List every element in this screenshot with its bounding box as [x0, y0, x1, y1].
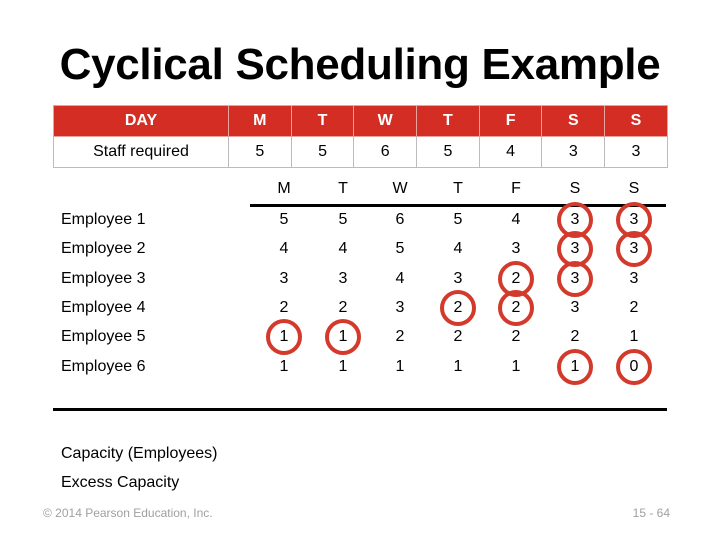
circled-schedule-cell: 2 [440, 289, 476, 326]
capacity-label: Capacity (Employees) [61, 445, 218, 462]
cell-value: 2 [511, 328, 521, 346]
cell-value: 2 [453, 328, 463, 346]
cell-value: 2 [629, 298, 639, 316]
employee-label: Employee 3 [61, 269, 146, 287]
circled-schedule-cell: 1 [557, 348, 593, 385]
schedule-cell: 6 [382, 205, 418, 235]
schedule-day-header-tue: T [338, 180, 348, 197]
schedule-cell: 4 [266, 234, 302, 264]
cell-value: 3 [511, 240, 521, 258]
schedule-cell: 4 [325, 234, 361, 264]
cell-value: 2 [511, 269, 521, 287]
schedule-cell: 1 [382, 352, 418, 382]
employee-label: Employee 5 [61, 328, 146, 346]
schedule-cell: 1 [498, 352, 534, 382]
cell-value: 3 [629, 269, 639, 287]
employee-label: Employee 6 [61, 357, 146, 375]
schedule-cell: 2 [440, 322, 476, 352]
schedule-cell: 5 [266, 205, 302, 235]
cell-value: 4 [453, 240, 463, 258]
circled-schedule-cell: 1 [266, 319, 302, 356]
cell-value: 2 [395, 328, 405, 346]
schedule-cell: 5 [325, 205, 361, 235]
cell-value: 2 [338, 298, 348, 316]
schedule-cell: 4 [440, 234, 476, 264]
cell-value: 1 [511, 357, 521, 375]
cell-value: 5 [395, 240, 405, 258]
schedule-day-header-fri: F [511, 180, 521, 197]
employee-label: Employee 4 [61, 298, 146, 316]
cell-value: 6 [395, 211, 405, 228]
cell-value: 3 [338, 269, 348, 287]
schedule-cell: 3 [325, 264, 361, 294]
schedule-cell: 4 [498, 205, 534, 235]
cell-value: 4 [338, 240, 348, 258]
cell-value: 3 [629, 240, 639, 258]
schedule-cell: 5 [382, 234, 418, 264]
schedule-cell: 1 [440, 352, 476, 382]
cell-value: 4 [511, 211, 521, 228]
cell-value: 3 [570, 269, 580, 287]
excess-capacity-label: Excess Capacity [61, 474, 180, 491]
schedule-cell: 3 [382, 293, 418, 323]
cell-value: 1 [453, 357, 463, 375]
schedule-cell: 2 [616, 293, 652, 323]
cell-value: 5 [338, 211, 348, 228]
cell-value: 3 [279, 269, 289, 287]
circled-schedule-cell: 1 [325, 319, 361, 356]
cell-value: 3 [453, 269, 463, 287]
cell-value: 3 [395, 298, 405, 316]
circled-schedule-cell: 2 [498, 289, 534, 326]
cell-value: 1 [338, 357, 348, 375]
page-number: 15 - 64 [632, 506, 670, 520]
employee-label: Employee 2 [61, 240, 146, 258]
cell-value: 1 [279, 357, 289, 375]
schedule-cell: 2 [557, 322, 593, 352]
cell-value: 1 [395, 357, 405, 375]
schedule-cell: 1 [266, 352, 302, 382]
circled-schedule-cell: 3 [616, 231, 652, 268]
schedule-day-header-sat: S [569, 180, 581, 197]
cell-value: 1 [629, 328, 639, 346]
cell-value: 3 [629, 211, 639, 228]
cell-value: 5 [279, 211, 289, 228]
cell-value: 3 [570, 211, 580, 228]
cell-value: 2 [279, 298, 289, 316]
cell-value: 5 [453, 211, 463, 228]
schedule-bottom-rule [53, 408, 667, 411]
cell-value: 3 [570, 240, 580, 258]
cell-value: 1 [338, 328, 348, 346]
circled-schedule-cell: 0 [616, 348, 652, 385]
schedule-day-header-wed: W [392, 180, 408, 197]
schedule-cell: 2 [382, 322, 418, 352]
schedule-cell: 3 [498, 234, 534, 264]
schedule-day-header-thu: T [453, 180, 463, 197]
schedule-cell: 3 [266, 264, 302, 294]
schedule-cell: 5 [440, 205, 476, 235]
schedule-cell: 2 [498, 322, 534, 352]
cell-value: 3 [570, 298, 580, 316]
cell-value: 2 [570, 328, 580, 346]
schedule-day-header-mon: M [277, 180, 291, 197]
copyright-notice: © 2014 Pearson Education, Inc. [43, 506, 213, 520]
employee-label: Employee 1 [61, 211, 146, 228]
schedule-day-header-sun: S [628, 180, 640, 197]
circled-schedule-cell: 3 [557, 260, 593, 297]
cell-value: 1 [279, 328, 289, 346]
cell-value: 0 [629, 357, 639, 375]
schedule-cell: 1 [616, 322, 652, 352]
circled-schedule-cell: 3 [557, 231, 593, 268]
cell-value: 2 [511, 298, 521, 316]
schedule-cell: 3 [557, 293, 593, 323]
cell-value: 1 [570, 357, 580, 375]
schedule-cell: 4 [382, 264, 418, 294]
schedule-cell: 3 [616, 264, 652, 294]
cell-value: 4 [395, 269, 405, 287]
cell-value: 2 [453, 298, 463, 316]
cell-value: 4 [279, 240, 289, 258]
schedule-cell: 1 [325, 352, 361, 382]
